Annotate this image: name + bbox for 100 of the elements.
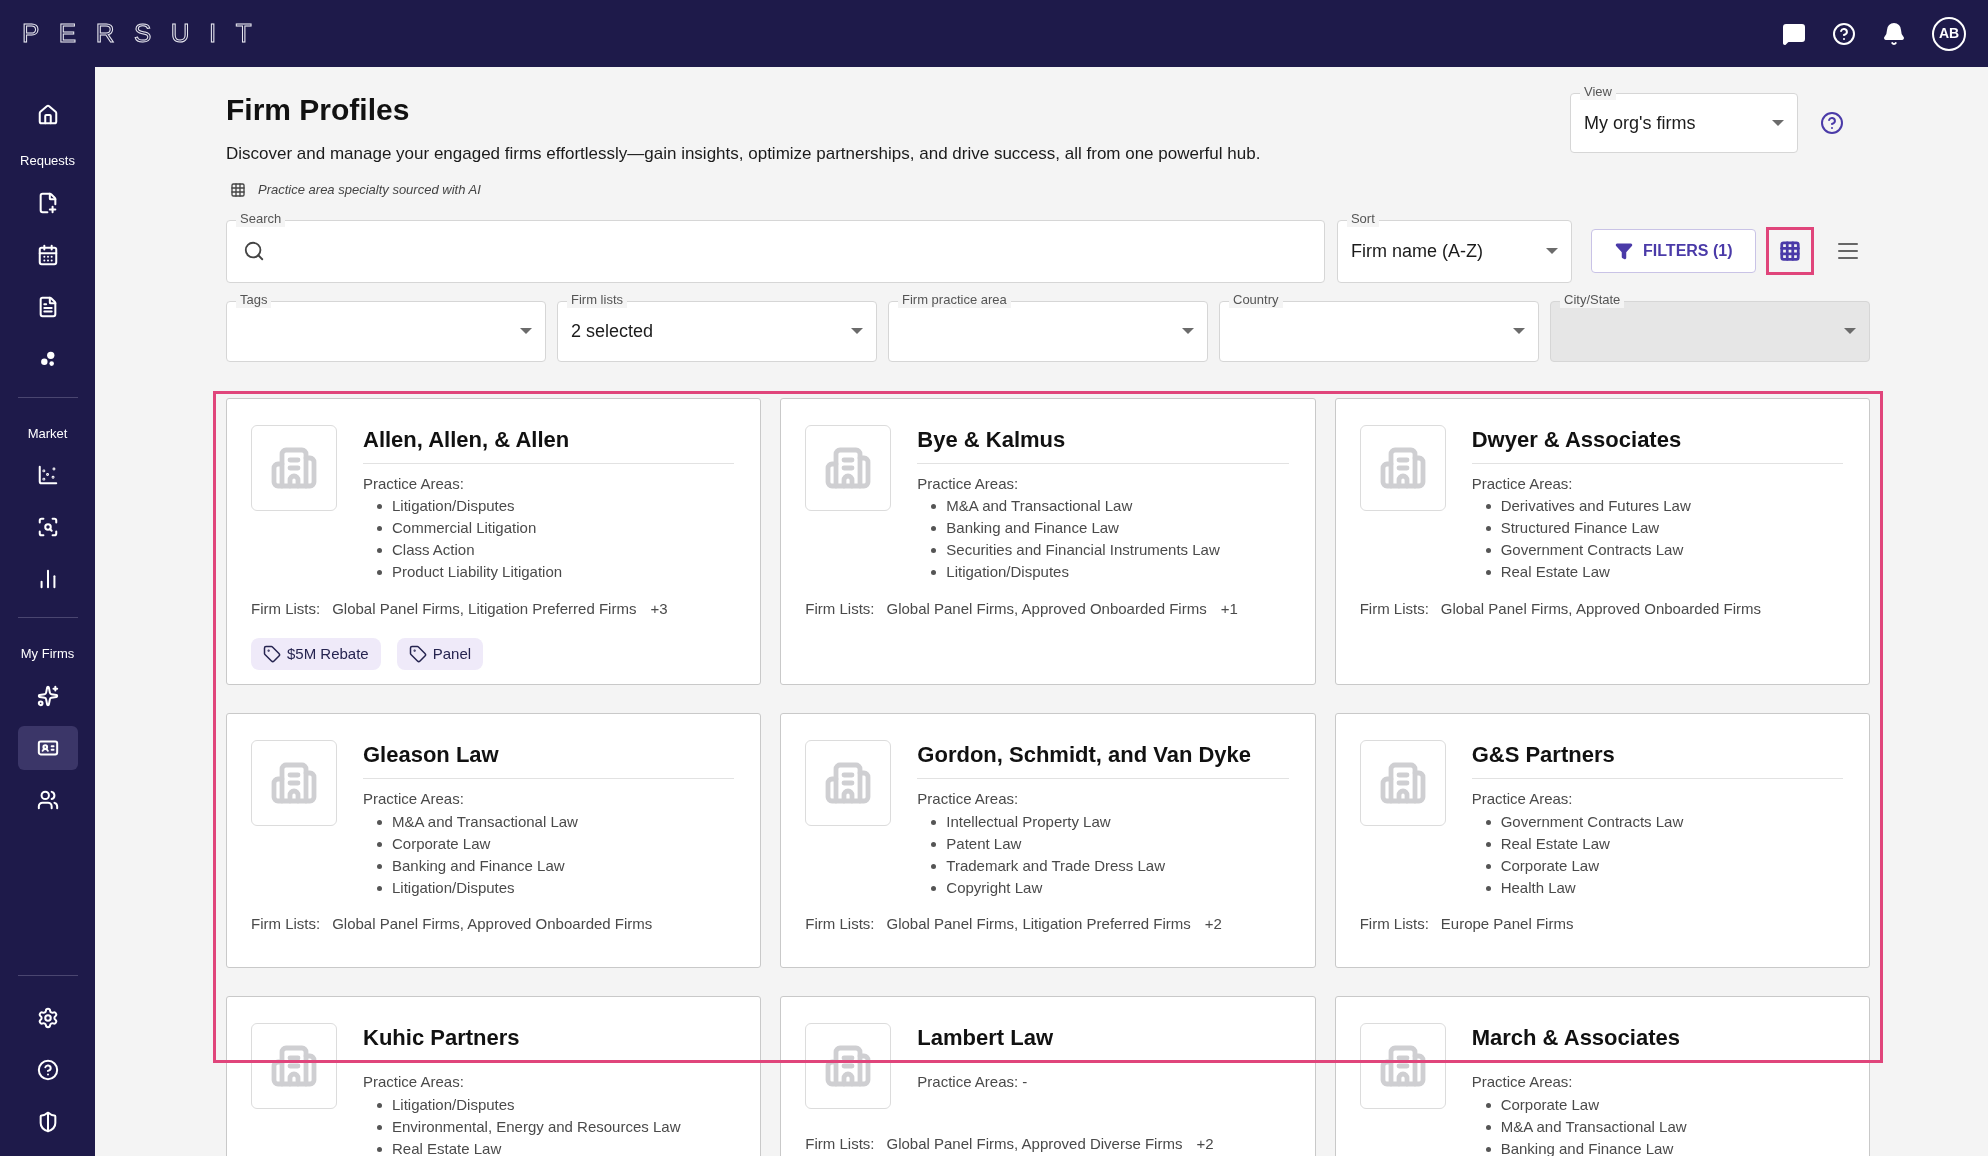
bell-icon[interactable] xyxy=(1882,21,1906,46)
firm-lists-label: Firm Lists: xyxy=(805,1134,875,1154)
firm-card[interactable]: Lambert Law Practice Areas: - Firm Lists: Global Panel Firms, Approved Diverse Firms +2 xyxy=(780,996,1316,1156)
search-icon xyxy=(243,240,265,262)
practice-area: Banking and Finance Law xyxy=(946,517,1119,540)
firm-lists-value: Global Panel Firms, Approved Onboarded Firms xyxy=(886,598,1207,619)
firm-card[interactable]: Bye & Kalmus Practice Areas: M&A and Transactional Law Banking and Finance Law Securities and Financial Instruments Law Litigation/Disputes Firm Lists: Global Panel Firms, Approved Onboarded Firms +1 xyxy=(780,397,1316,685)
firm-lists-label: Firm Lists: xyxy=(805,598,875,619)
more-count: +1 xyxy=(1220,598,1238,619)
page-description: Discover and manage your engaged firms effortlessly—gain insights, optimize partnerships, and drive success, all from one powerful hub. xyxy=(226,143,1262,165)
practice-area: Corporate Law xyxy=(1500,1093,1600,1117)
firm-name[interactable]: G&S Partners xyxy=(1471,740,1843,779)
firm-name[interactable]: Lambert Law xyxy=(917,1023,1289,1062)
practice-area: M&A and Transactional Law xyxy=(392,810,578,834)
firm-lists-label: Firm Lists: xyxy=(1359,598,1429,619)
firm-card[interactable]: March & Associates Practice Areas: Corporate Law M&A and Transactional Law Banking and Finance Law xyxy=(1334,996,1870,1156)
bullet-icon xyxy=(931,504,937,509)
firm-name[interactable]: Gleason Law xyxy=(363,740,735,779)
page-title: Firm Profiles xyxy=(226,92,411,128)
nav-section-label: Requests xyxy=(20,152,75,170)
help-icon[interactable] xyxy=(1820,111,1844,135)
firm-card[interactable]: Gleason Law Practice Areas: M&A and Transactional Law Corporate Law Banking and Finance Law Litigation/Disputes Firm Lists: Global Panel Firms, Approved Onboarded Firms xyxy=(226,713,762,968)
dropdown-caret-icon xyxy=(1182,328,1194,334)
bullet-icon xyxy=(931,570,937,575)
bullet-icon xyxy=(931,548,937,553)
firm-card[interactable]: Kuhic Partners Practice Areas: Litigation/Disputes Environmental, Energy and Resources Law Real Estate Law xyxy=(226,996,762,1156)
practice-area: Litigation/Disputes xyxy=(392,1093,515,1117)
firm-card[interactable]: Dwyer & Associates Practice Areas: Derivatives and Futures Law Structured Finance Law Government Contracts Law Real Estate Law Firm Lists: Global Panel Firms, Approved Onboarded Firms xyxy=(1334,397,1870,685)
firm-lists-label: Firm Lists: xyxy=(805,914,875,934)
firm-name[interactable]: Allen, Allen, & Allen xyxy=(363,424,735,464)
practice-areas-label: Practice Areas: xyxy=(917,473,1020,494)
bullet-icon xyxy=(1485,863,1491,869)
users-icon xyxy=(36,788,59,811)
practice-area: Litigation/Disputes xyxy=(946,561,1069,584)
practice-area: Litigation/Disputes xyxy=(392,876,515,900)
bullet-icon xyxy=(377,841,382,847)
firm-card[interactable]: Gordon, Schmidt, and Van Dyke Practice Areas: Intellectual Property Law Patent Law Trademark and Trade Dress Law Copyright Law Firm Lists: Global Panel Firms, Litigation Preferred Firms +2 xyxy=(780,713,1316,968)
filter-icon xyxy=(1615,242,1634,260)
dropdown-caret-icon xyxy=(1546,248,1559,254)
practice-area: Class Action xyxy=(392,539,475,562)
practice-area: M&A and Transactional Law xyxy=(946,495,1133,518)
practice-areas-label: Practice Areas: xyxy=(1471,473,1574,494)
grid-view-button[interactable] xyxy=(1766,227,1815,275)
practice-area: Commercial Litigation xyxy=(392,517,537,540)
bullet-icon xyxy=(377,504,382,509)
practice-area: Banking and Finance Law xyxy=(392,854,565,878)
practice-area: Intellectual Property Law xyxy=(946,810,1111,834)
bullet-icon xyxy=(931,819,937,825)
practice-area: Health Law xyxy=(1500,876,1576,900)
firm-lists-label: Firm Lists: xyxy=(251,914,321,934)
dropdown-caret-icon xyxy=(1844,328,1856,334)
bullet-icon xyxy=(1485,548,1491,553)
practice-area: Patent Law xyxy=(946,832,1022,856)
practice-area: Corporate Law xyxy=(1500,854,1600,878)
dropdown-caret-icon xyxy=(851,328,863,334)
practice-area: Environmental, Energy and Resources Law xyxy=(392,1115,681,1139)
user-avatar[interactable]: AB xyxy=(1932,16,1966,51)
bullet-icon xyxy=(931,885,937,891)
logo[interactable]: PERSUIT xyxy=(22,14,272,53)
firm-name[interactable]: March & Associates xyxy=(1471,1023,1843,1062)
home-icon xyxy=(36,104,59,126)
practice-area: Derivatives and Futures Law xyxy=(1500,495,1691,518)
bullet-icon xyxy=(1485,819,1491,825)
tag-chip[interactable]: $5M Rebate xyxy=(251,638,381,670)
tag-chip[interactable]: Panel xyxy=(396,638,484,670)
practice-area: Government Contracts Law xyxy=(1500,539,1684,562)
help-icon xyxy=(36,1059,59,1081)
firm-card[interactable]: Allen, Allen, & Allen Practice Areas: Litigation/Disputes Commercial Litigation Class Action Product Liability Litigation Firm Lists: Global Panel Firms, Litigation Preferred Firms +3 $5M Rebate Panel xyxy=(226,397,762,685)
tag-icon xyxy=(408,645,427,663)
practice-areas-label: Practice Areas: xyxy=(363,1072,465,1092)
more-count: +2 xyxy=(1204,914,1222,934)
firm-name[interactable]: Bye & Kalmus xyxy=(917,424,1289,464)
firm-name[interactable]: Gordon, Schmidt, and Van Dyke xyxy=(917,740,1289,779)
nav-section-label: My Firms xyxy=(20,645,75,663)
more-count: +2 xyxy=(1196,1134,1214,1154)
firm-name[interactable]: Kuhic Partners xyxy=(363,1023,735,1062)
practice-area: Real Estate Law xyxy=(392,1137,502,1156)
bullet-icon xyxy=(377,819,382,825)
calendar-icon xyxy=(36,243,59,266)
scan-search-icon xyxy=(36,516,59,538)
chat-icon[interactable] xyxy=(1782,21,1806,46)
bullet-icon xyxy=(377,885,382,891)
firm-card[interactable]: G&S Partners Practice Areas: Government Contracts Law Real Estate Law Corporate Law Health Law Firm Lists: Europe Panel Firms xyxy=(1334,713,1870,968)
practice-areas-label: Practice Areas: xyxy=(1471,789,1574,809)
dropdown-caret-icon xyxy=(1513,328,1525,334)
firm-name[interactable]: Dwyer & Associates xyxy=(1471,424,1843,464)
bullet-icon xyxy=(1485,1146,1491,1152)
filters-button[interactable]: FILTERS (1) xyxy=(1591,229,1757,273)
tag-icon xyxy=(263,645,281,663)
bullet-icon xyxy=(1485,1102,1491,1108)
bullet-icon xyxy=(931,526,937,531)
practice-area: Government Contracts Law xyxy=(1500,810,1684,834)
select-value: 2 selected xyxy=(571,319,654,343)
firm-lists-value: Global Panel Firms, Litigation Preferred Firms xyxy=(332,598,637,619)
grid-icon xyxy=(1779,240,1802,262)
bullet-icon xyxy=(377,1102,382,1108)
dropdown-caret-icon xyxy=(520,328,532,334)
firm-lists-value: Global Panel Firms, Approved Onboarded Firms xyxy=(1440,598,1761,619)
firm-lists-value: Global Panel Firms, Litigation Preferred Firms xyxy=(886,914,1191,934)
nav-item[interactable] xyxy=(17,725,78,770)
